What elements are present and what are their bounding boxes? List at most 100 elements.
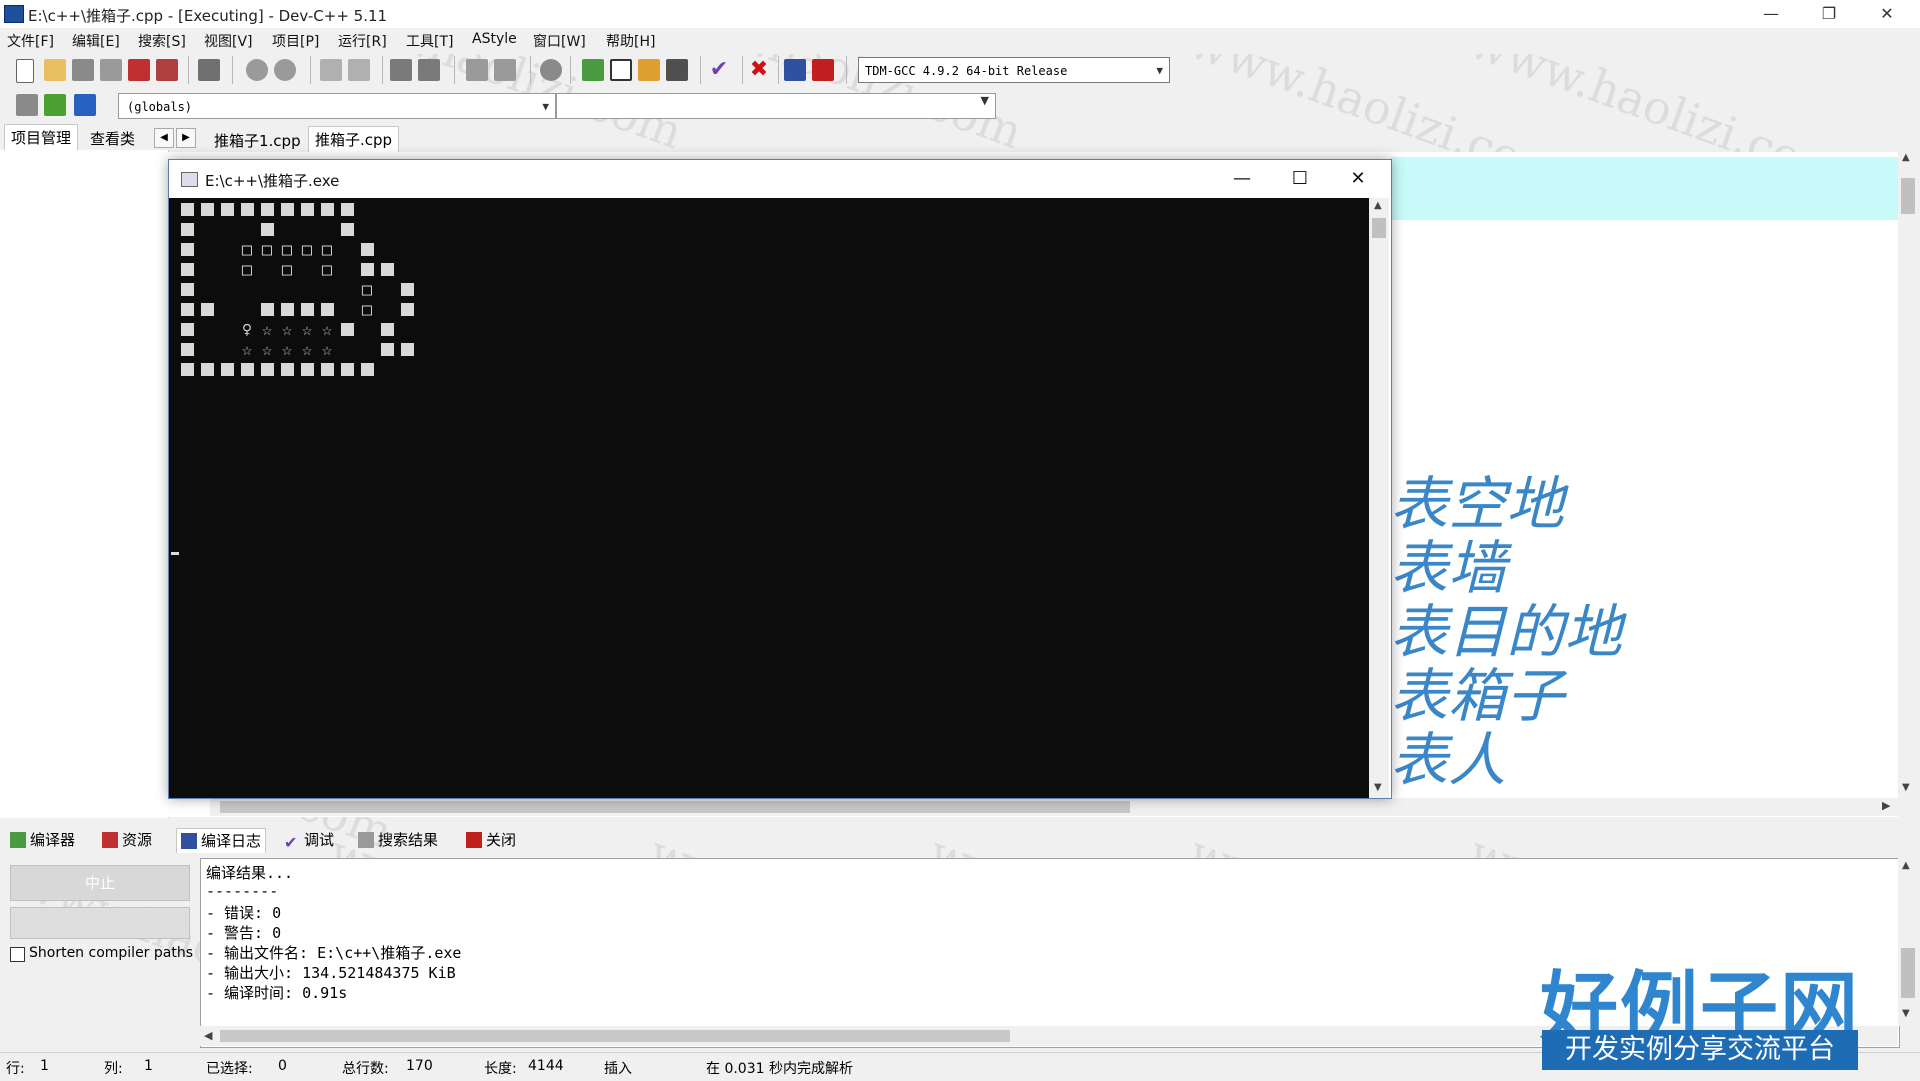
open-file-icon[interactable] xyxy=(44,59,66,81)
floor-tile: □ xyxy=(361,300,373,320)
check-syntax-icon[interactable]: ✔ xyxy=(708,59,730,81)
scroll-up-icon[interactable]: ▲ xyxy=(1374,200,1382,211)
toggle-comment-icon[interactable] xyxy=(540,59,562,81)
goto-declaration-icon[interactable] xyxy=(16,94,38,116)
console-window[interactable]: E:\c++\推箱子.exe — ☐ ✕ □ □ □ □ □ □ □ □ □ □ ♀ ☆ ☆ ☆ ☆ ☆ ☆ ☆ ☆… xyxy=(168,159,1392,799)
menu-edit[interactable]: 编辑[E] xyxy=(72,31,120,51)
redo-icon[interactable] xyxy=(274,59,296,81)
console-vertical-scrollbar[interactable]: ▲ ▼ xyxy=(1369,198,1389,798)
tab-close[interactable]: 关闭 xyxy=(466,828,516,852)
tab-project[interactable]: 项目管理 xyxy=(4,124,79,151)
new-file-icon[interactable] xyxy=(16,59,34,83)
board-row: □ xyxy=(177,300,417,320)
console-output[interactable]: □ □ □ □ □ □ □ □ □ □ ♀ ☆ ☆ ☆ ☆ ☆ ☆ ☆ ☆ ☆ xyxy=(169,198,1369,798)
close-file-icon[interactable] xyxy=(128,59,150,81)
undo-icon[interactable] xyxy=(246,59,268,81)
scroll-up-icon[interactable]: ▲ xyxy=(1902,860,1910,871)
restore-button[interactable]: ❐ xyxy=(1806,0,1852,28)
menu-project[interactable]: 项目[P] xyxy=(272,31,319,51)
stop-button[interactable]: 中止 xyxy=(10,865,190,901)
tab-scroll-left-icon[interactable]: ◀ xyxy=(154,128,174,148)
scroll-thumb[interactable] xyxy=(1901,948,1915,998)
scroll-left-icon[interactable]: ◀ xyxy=(204,1029,212,1042)
wall-tile xyxy=(337,320,357,340)
minimize-button[interactable]: — xyxy=(1748,0,1794,28)
save-all-icon[interactable] xyxy=(100,59,122,81)
compile-log-icon xyxy=(181,833,197,849)
rebuild-all-icon[interactable] xyxy=(666,59,688,81)
scroll-thumb[interactable] xyxy=(1372,218,1386,238)
menu-run[interactable]: 运行[R] xyxy=(338,31,387,51)
indent-icon[interactable] xyxy=(390,59,412,81)
close-all-icon[interactable] xyxy=(156,59,178,81)
unindent-icon[interactable] xyxy=(418,59,440,81)
editor-vertical-scrollbar[interactable]: ▲ ▼ xyxy=(1898,152,1918,798)
goto-bookmark-icon[interactable] xyxy=(494,59,516,81)
tab-file-1[interactable]: 推箱子1.cpp xyxy=(208,128,307,154)
status-selected-label: 已选择: xyxy=(206,1061,253,1077)
tab-compile-log[interactable]: 编译日志 xyxy=(176,828,267,853)
stop-execution-icon[interactable]: ✖ xyxy=(748,59,770,81)
goto-definition-icon[interactable] xyxy=(44,94,66,116)
wall-block xyxy=(200,203,214,216)
console-close-button[interactable]: ✕ xyxy=(1329,160,1387,198)
console-minimize-button[interactable]: — xyxy=(1213,160,1271,198)
scroll-thumb[interactable] xyxy=(220,1030,1010,1042)
add-bookmark-icon[interactable] xyxy=(466,59,488,81)
scroll-right-icon[interactable]: ▶ xyxy=(1882,799,1890,812)
tab-file-2[interactable]: 推箱子.cpp xyxy=(308,126,400,153)
compiler-icon xyxy=(10,832,26,848)
wall-tile xyxy=(357,240,377,260)
status-insert-mode: 插入 xyxy=(604,1061,632,1077)
wall-block xyxy=(220,203,234,216)
wall-tile xyxy=(397,300,417,320)
site-slogan: 开发实例分享交流平台 xyxy=(1542,1030,1858,1070)
menu-file[interactable]: 文件[F] xyxy=(7,31,54,51)
tab-debug[interactable]: ✔ 调试 xyxy=(284,828,334,852)
wall-tile xyxy=(337,360,357,380)
replace-icon[interactable] xyxy=(348,59,370,81)
tab-compiler[interactable]: 编译器 xyxy=(10,828,75,852)
scroll-down-icon[interactable]: ▼ xyxy=(1902,782,1910,793)
menu-tools[interactable]: 工具[T] xyxy=(406,31,453,51)
floor-tile: □ xyxy=(321,240,333,260)
tab-search-results[interactable]: 搜索结果 xyxy=(358,828,438,852)
compiler-select[interactable]: TDM-GCC 4.9.2 64-bit Release ▼ xyxy=(858,57,1170,83)
tab-classes[interactable]: 查看类 xyxy=(84,126,141,152)
delete-profile-icon[interactable] xyxy=(812,59,834,81)
scroll-down-icon[interactable]: ▼ xyxy=(1902,1008,1910,1019)
function-select[interactable]: ▼ xyxy=(556,93,996,119)
compile-icon[interactable] xyxy=(582,59,604,81)
target-tile: ☆ xyxy=(241,340,253,360)
run-icon[interactable] xyxy=(610,59,632,81)
print-icon[interactable] xyxy=(198,59,220,81)
wall-tile xyxy=(237,360,257,380)
console-maximize-button[interactable]: ☐ xyxy=(1271,160,1329,198)
save-icon[interactable] xyxy=(72,59,94,81)
board-row xyxy=(177,360,417,380)
tab-scroll-right-icon[interactable]: ▶ xyxy=(176,128,196,148)
menu-search[interactable]: 搜索[S] xyxy=(138,31,186,51)
log-line: - 编译时间: 0.91s xyxy=(206,984,348,1002)
class-browser-icon[interactable] xyxy=(74,94,96,116)
menu-help[interactable]: 帮助[H] xyxy=(606,31,655,51)
menu-astyle[interactable]: AStyle xyxy=(472,31,517,47)
log-vertical-scrollbar[interactable]: ▲ ▼ xyxy=(1898,858,1918,1026)
wall-block xyxy=(180,323,194,336)
tab-resources[interactable]: 资源 xyxy=(102,828,152,852)
scope-select[interactable]: (globals) ▼ xyxy=(118,93,556,119)
shorten-paths-checkbox[interactable] xyxy=(10,947,25,962)
scroll-down-icon[interactable]: ▼ xyxy=(1374,782,1382,793)
menu-view[interactable]: 视图[V] xyxy=(204,31,253,51)
scroll-thumb[interactable] xyxy=(220,801,1130,813)
editor-horizontal-scrollbar[interactable]: ▶ xyxy=(210,798,1898,816)
menu-window[interactable]: 窗口[W] xyxy=(533,31,586,51)
scroll-up-icon[interactable]: ▲ xyxy=(1902,152,1910,163)
floor-tile: □ xyxy=(241,240,253,260)
close-button[interactable]: ✕ xyxy=(1864,0,1910,28)
wall-block xyxy=(180,263,194,276)
compile-run-icon[interactable] xyxy=(638,59,660,81)
scroll-thumb[interactable] xyxy=(1901,178,1915,214)
profile-icon[interactable] xyxy=(784,59,806,81)
find-icon[interactable] xyxy=(320,59,342,81)
